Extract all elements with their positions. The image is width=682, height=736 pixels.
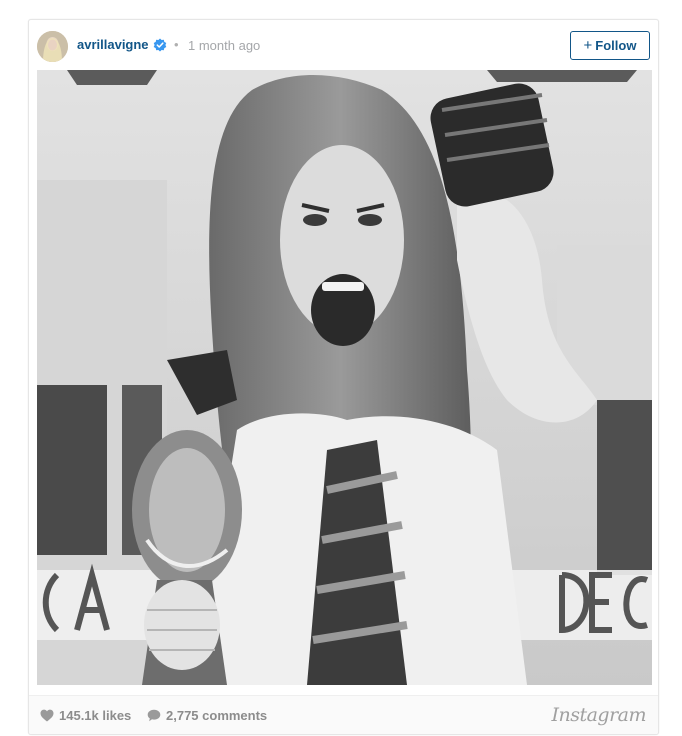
header-separator: • <box>174 37 179 52</box>
comments-count[interactable]: 2,775 comments <box>147 708 267 723</box>
verified-badge-icon <box>153 38 167 52</box>
instagram-embed-card: avrillavigne • 1 month ago + Follow 145.… <box>28 19 659 735</box>
plus-icon: + <box>583 37 593 54</box>
post-header: avrillavigne • 1 month ago + Follow <box>29 20 658 70</box>
post-timestamp[interactable]: 1 month ago <box>188 38 260 53</box>
username-link[interactable]: avrillavigne <box>77 37 149 52</box>
profile-avatar[interactable] <box>37 31 68 62</box>
likes-count[interactable]: 145.1k likes <box>40 708 131 723</box>
comments-label: 2,775 comments <box>166 708 268 723</box>
post-image <box>37 70 652 685</box>
likes-label: 145.1k likes <box>59 708 132 723</box>
follow-button[interactable]: + Follow <box>570 31 650 60</box>
avatar-image <box>37 31 68 62</box>
instagram-logo[interactable]: Instagram <box>551 704 646 726</box>
post-photo[interactable] <box>37 70 652 685</box>
speech-bubble-icon <box>147 709 161 722</box>
heart-icon <box>40 709 54 722</box>
post-footer: 145.1k likes 2,775 comments Instagram <box>29 695 658 734</box>
follow-label: Follow <box>595 38 637 53</box>
